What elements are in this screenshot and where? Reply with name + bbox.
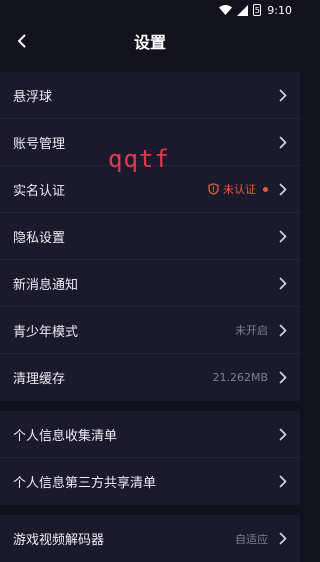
chevron-left-icon — [18, 34, 26, 48]
row-real-name-verification[interactable]: 实名认证 未认证 — [0, 166, 300, 213]
row-game-video-decoder[interactable]: 游戏视频解码器 自适应 — [0, 515, 300, 562]
row-message-notifications[interactable]: 新消息通知 — [0, 260, 300, 307]
row-label: 个人信息第三方共享清单 — [13, 476, 157, 491]
back-button[interactable] — [10, 20, 34, 62]
chevron-right-icon — [278, 229, 288, 243]
watermark-text: qqtf — [108, 145, 170, 173]
wifi-icon — [219, 5, 233, 15]
row-label: 青少年模式 — [13, 324, 79, 340]
chevron-right-icon — [278, 371, 288, 385]
row-label: 清理缓存 — [13, 372, 66, 387]
chevron-right-icon — [278, 88, 288, 102]
row-floating-ball[interactable]: 悬浮球 — [0, 72, 300, 119]
row-label: 新消息通知 — [13, 277, 79, 293]
row-label: 实名认证 — [13, 183, 66, 199]
row-personal-info-collection[interactable]: 个人信息收集清单 — [0, 411, 300, 458]
row-label: 悬浮球 — [13, 89, 53, 105]
row-privacy-settings[interactable]: 隐私设置 — [0, 213, 300, 260]
row-teen-mode[interactable]: 青少年模式 未开启 — [0, 307, 300, 354]
status-time: 9:10 — [267, 3, 292, 17]
chevron-right-icon — [278, 427, 288, 441]
settings-group-personal-info: 个人信息收集清单 个人信息第三方共享清单 — [0, 411, 300, 505]
battery-level: 5 — [254, 5, 260, 15]
verification-status-text: 未认证 — [223, 183, 256, 196]
status-bar: 5 9:10 — [0, 0, 300, 20]
cache-size: 21.262MB — [212, 371, 268, 384]
row-third-party-sharing[interactable]: 个人信息第三方共享清单 — [0, 458, 300, 505]
chevron-right-icon — [278, 323, 288, 337]
status-dot — [263, 186, 268, 192]
chevron-right-icon — [278, 135, 288, 149]
verification-status: 未认证 — [208, 181, 268, 197]
chevron-right-icon — [278, 276, 288, 290]
row-label: 个人信息收集清单 — [13, 428, 118, 444]
status-icons: 5 — [219, 4, 262, 16]
settings-group-main: 悬浮球 账号管理 实名认证 未认证 隐私设置 新消息通知 青少年模式 未开启 清… — [0, 72, 300, 401]
battery-icon: 5 — [253, 4, 262, 16]
row-clear-cache[interactable]: 清理缓存 21.262MB — [0, 354, 300, 401]
chevron-right-icon — [278, 182, 288, 196]
page-header: 设置 — [0, 20, 300, 62]
chevron-right-icon — [278, 475, 288, 489]
row-label: 隐私设置 — [13, 230, 66, 246]
chevron-right-icon — [278, 532, 288, 546]
page-title: 设置 — [133, 33, 166, 52]
teen-mode-status: 未开启 — [235, 324, 268, 337]
shield-alert-icon — [208, 183, 219, 195]
settings-group-video: 游戏视频解码器 自适应 — [0, 515, 300, 562]
signal-icon — [237, 4, 249, 16]
row-label: 游戏视频解码器 — [13, 533, 105, 548]
